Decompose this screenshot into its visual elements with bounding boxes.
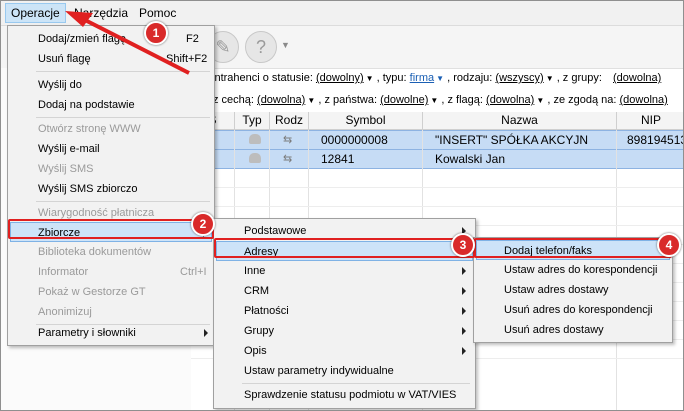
filter-zgoda-value[interactable]: (dowolna) xyxy=(620,94,668,106)
menu-item-wyslij-sms[interactable]: Wyślij SMS xyxy=(10,159,212,179)
menu-item-pokaz-gestor[interactable]: Pokaż w Gestorze GT xyxy=(10,282,212,302)
chevron-down-icon[interactable]: ▼ xyxy=(281,40,290,50)
menu-bar: Operacje Narzędzia Pomoc xyxy=(1,1,683,26)
filter-rodzaj-label: , rodzaju: xyxy=(447,72,493,84)
row-nazwa: Kowalski Jan xyxy=(435,152,506,166)
chevron-right-icon xyxy=(462,287,466,295)
menu-pomoc[interactable]: Pomoc xyxy=(134,4,181,22)
submenu-item-platnosci[interactable]: Płatności xyxy=(216,301,473,321)
chevron-right-icon xyxy=(462,347,466,355)
row-nip: 898194513 xyxy=(627,133,684,147)
filter-row-1: Kontrahenci o statusie: (dowolny) ▼ , typ… xyxy=(201,72,602,84)
submenu-item-usun-adres-korespondencji[interactable]: Usuń adres do korespondencji xyxy=(476,300,670,320)
annotation-badge: 1 xyxy=(144,21,168,45)
filter-panstwa-value[interactable]: (dowolne) xyxy=(380,94,428,106)
filter-grupy-label: , z grupy: xyxy=(556,72,602,84)
filter-flaga-label: , z flagą: xyxy=(441,94,483,106)
chevron-right-icon xyxy=(462,267,466,275)
submenu-item-ustaw-adres-dostawy[interactable]: Ustaw adres dostawy xyxy=(476,280,670,300)
operacje-dropdown: Dodaj/zmień flagę F2 Usuń flagę Shift+F2 W… xyxy=(7,25,215,346)
column-header-nip[interactable]: NIP xyxy=(617,112,683,130)
menu-item-wyslij-email[interactable]: Wyślij e-mail xyxy=(10,139,212,159)
menu-operacje[interactable]: Operacje xyxy=(5,3,66,23)
filter-grupy-value[interactable]: (dowolna) xyxy=(613,72,661,84)
filter-status-label: Kontrahenci o statusie: xyxy=(201,72,313,84)
menu-narzedzia[interactable]: Narzędzia xyxy=(69,4,133,22)
menu-item-dodaj-flage[interactable]: Dodaj/zmień flagę F2 xyxy=(10,29,212,49)
menu-item-otworz-www[interactable]: Otwórz stronę WWW xyxy=(10,119,212,139)
annotation-highlight xyxy=(474,238,672,258)
row-symbol: 0000000008 xyxy=(321,133,388,147)
annotation-highlight xyxy=(8,219,214,239)
column-header-rodz[interactable]: Rodz xyxy=(270,112,309,130)
filter-cecha-value[interactable]: (dowolna) xyxy=(257,94,305,106)
table-row[interactable]: ⇆ 12841 Kowalski Jan xyxy=(191,149,683,169)
filter-grupy-value-wrap: (dowolna) xyxy=(613,69,661,87)
submenu-item-usun-adres-dostawy[interactable]: Usuń adres dostawy xyxy=(476,320,670,340)
question-bubble-icon[interactable]: ? xyxy=(245,31,277,63)
menu-item-wyslij-do[interactable]: Wyślij do xyxy=(10,75,212,95)
filter-rodzaj-value[interactable]: (wszyscy) xyxy=(495,72,543,84)
submenu-item-sprawdzenie-vat[interactable]: Sprawdzenie statusu podmiotu w VAT/VIES xyxy=(216,385,473,405)
submenu-item-crm[interactable]: CRM xyxy=(216,281,473,301)
filter-cecha-label: z cechą: xyxy=(213,94,254,106)
contractor-type-icon xyxy=(249,153,261,163)
filter-row-2: z cechą: (dowolna) ▼ , z państwa: (dowoln… xyxy=(213,94,668,106)
submenu-item-opis[interactable]: Opis xyxy=(216,341,473,361)
submenu-item-inne[interactable]: Inne xyxy=(216,261,473,281)
swap-arrows-icon: ⇆ xyxy=(283,134,293,146)
row-nazwa: "INSERT" SPÓŁKA AKCYJN xyxy=(435,133,589,147)
contractor-type-icon xyxy=(249,134,261,144)
menu-item-biblioteka[interactable]: Biblioteka dokumentów xyxy=(10,242,212,262)
row-symbol: 12841 xyxy=(321,152,355,166)
submenu-item-grupy[interactable]: Grupy xyxy=(216,321,473,341)
menu-item-wyslij-sms-zbiorczo[interactable]: Wyślij SMS zbiorczo xyxy=(10,179,212,199)
filter-typ-label: , typu: xyxy=(376,72,407,84)
filter-panstwa-label: , z państwa: xyxy=(318,94,378,106)
chevron-right-icon xyxy=(462,307,466,315)
menu-item-dodaj-na-podstawie[interactable]: Dodaj na podstawie xyxy=(10,95,212,115)
annotation-highlight xyxy=(214,238,475,258)
filter-status-value[interactable]: (dowolny) xyxy=(316,72,364,84)
chevron-right-icon xyxy=(462,327,466,335)
annotation-badge: 3 xyxy=(451,233,475,257)
menu-item-anonimizuj[interactable]: Anonimizuj xyxy=(10,302,212,322)
column-header-symbol[interactable]: Symbol xyxy=(309,112,423,130)
menu-item-parametry[interactable]: Parametry i słowniki xyxy=(10,323,212,343)
submenu-item-ustaw-adres-korespondencji[interactable]: Ustaw adres do korespondencji xyxy=(476,260,670,280)
column-header-nazwa[interactable]: Nazwa xyxy=(423,112,617,130)
table-row[interactable]: ⇆ 0000000008 "INSERT" SPÓŁKA AKCYJN 8981… xyxy=(191,130,684,150)
menu-item-usun-flage[interactable]: Usuń flagę Shift+F2 xyxy=(10,49,212,69)
swap-arrows-icon: ⇆ xyxy=(283,153,293,165)
chevron-right-icon xyxy=(204,329,208,337)
application-window: Operacje Narzędzia Pomoc ✎ ? ▼ Kontrahen… xyxy=(0,0,684,411)
annotation-badge: 2 xyxy=(191,212,215,236)
filter-flaga-value[interactable]: (dowolna) xyxy=(486,94,534,106)
filter-zgoda-label: , ze zgodą na: xyxy=(547,94,617,106)
annotation-badge: 4 xyxy=(657,233,681,257)
submenu-item-ustaw-parametry[interactable]: Ustaw parametry indywidualne xyxy=(216,361,473,381)
menu-item-informator[interactable]: Informator Ctrl+I xyxy=(10,262,212,282)
column-header-typ[interactable]: Typ xyxy=(235,112,270,130)
filter-typ-value[interactable]: firma xyxy=(410,72,434,84)
